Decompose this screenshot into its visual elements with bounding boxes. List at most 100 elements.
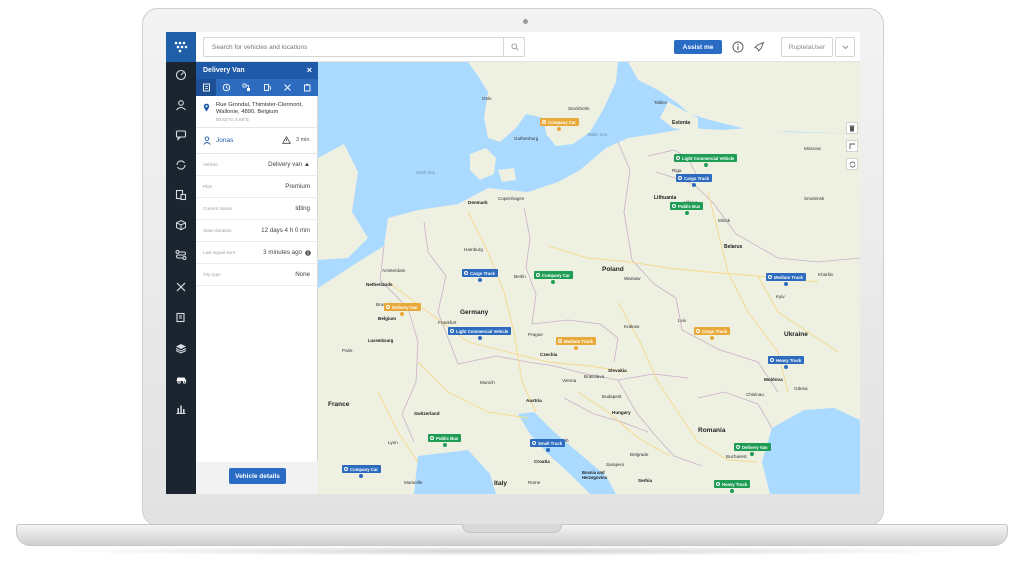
reports-icon[interactable]: [166, 306, 196, 328]
vehicle-marker[interactable]: Medium Truck: [766, 273, 806, 286]
vehicle-marker[interactable]: Small Truck: [530, 439, 566, 452]
city-label: Kyiv: [776, 294, 785, 299]
ruler-icon[interactable]: [846, 140, 858, 152]
location-pin-icon: [203, 103, 210, 112]
city-label: Frankfurt: [438, 320, 457, 325]
layers-icon[interactable]: [166, 337, 196, 359]
vehicle-marker[interactable]: Company Car: [342, 465, 381, 478]
info-value: 12 days 4 h 0 min: [261, 227, 310, 234]
country-label: Serbia: [638, 478, 653, 483]
vehicle-marker[interactable]: Heavy Truck: [714, 480, 751, 493]
vehicle-type-select[interactable]: Delivery van ▲: [268, 161, 310, 168]
address-coordinates: 50.63°N, 5.88°E: [216, 117, 250, 122]
country-label: Bosnia and Herzegovina: [582, 470, 607, 480]
info-icon[interactable]: [730, 39, 746, 55]
rocket-icon[interactable]: [751, 39, 767, 55]
country-label: Germany: [460, 309, 489, 316]
vehicle-marker[interactable]: Cargo Truck: [462, 269, 499, 282]
vehicle-marker[interactable]: Company Car: [540, 118, 579, 131]
city-label: Berlin: [514, 274, 526, 279]
info-label: Last signal sent: [203, 250, 235, 255]
info-value: 3 minutes ago: [263, 249, 302, 256]
search-icon: [510, 43, 519, 51]
vehicle-marker[interactable]: Public Bus: [670, 202, 704, 215]
driver-name[interactable]: Jonas: [216, 137, 233, 144]
vehicle-marker[interactable]: Public Bus: [428, 434, 462, 447]
marker-pin: [545, 448, 550, 452]
user-dropdown-button[interactable]: [835, 37, 855, 57]
history-icon: [222, 83, 231, 92]
city-label: Bratislava: [584, 374, 605, 379]
clipboard-icon: [304, 84, 311, 92]
address-line-1: Rue Grondal, Thimister-Clermont,: [216, 102, 303, 108]
city-label: Paris: [342, 348, 353, 353]
box-icon[interactable]: [166, 214, 196, 236]
map-view[interactable]: North Sea Baltic Sea Poland Germany Ukra…: [318, 62, 860, 494]
refresh-icon[interactable]: [846, 158, 858, 170]
marker-pin: [684, 211, 689, 215]
tab-fuel[interactable]: [257, 79, 277, 96]
tab-info[interactable]: [196, 79, 217, 96]
panel-tabs: [196, 79, 318, 96]
nav-rail: [166, 32, 196, 494]
tab-tools[interactable]: [277, 79, 297, 96]
close-icon[interactable]: ×: [307, 65, 312, 75]
info-row-duration: State duration 12 days 4 h 0 min: [196, 220, 318, 242]
search-button[interactable]: [503, 37, 525, 57]
tab-route[interactable]: [237, 79, 257, 96]
vehicle-marker[interactable]: Delivery Van: [734, 443, 771, 456]
vehicle-marker[interactable]: Company Car: [534, 271, 573, 284]
city-label: Krakow: [624, 324, 640, 329]
app-logo[interactable]: [166, 32, 196, 62]
dashboard-icon[interactable]: [166, 64, 196, 86]
vehicle-panel: Delivery Van × Rue Grondal, Thimister-Cl…: [196, 62, 318, 494]
top-bar: Assist me RuptelaUser: [196, 32, 860, 62]
marker-pin: [573, 346, 578, 350]
person-icon[interactable]: [166, 94, 196, 116]
assist-me-button[interactable]: Assist me: [674, 40, 722, 54]
vehicle-details-button[interactable]: Vehicle details: [229, 468, 286, 484]
tools-icon[interactable]: [166, 276, 196, 298]
user-menu[interactable]: RuptelaUser: [781, 37, 833, 57]
vehicle-marker[interactable]: Light Commercial Vehicle: [674, 154, 738, 167]
city-label: Munich: [480, 380, 495, 385]
vehicle-marker[interactable]: Medium Truck: [556, 337, 596, 350]
country-label: Belgium: [378, 316, 397, 321]
vehicle-doc-icon[interactable]: [166, 184, 196, 206]
marker-pin: [783, 282, 788, 286]
info-icon[interactable]: [305, 250, 311, 256]
vehicle-marker[interactable]: Cargo Truck: [694, 327, 731, 340]
driver-row[interactable]: Jonas 3 min.: [196, 128, 318, 154]
refresh-icon[interactable]: [166, 154, 196, 176]
tab-history[interactable]: [216, 79, 236, 96]
chevron-down-icon: [842, 45, 848, 49]
vehicle-icon[interactable]: [166, 368, 196, 390]
country-label: Moldova: [764, 377, 783, 382]
country-label: Lithuania: [654, 195, 677, 201]
sea-label: Baltic Sea: [588, 132, 607, 137]
trash-icon[interactable]: [846, 122, 858, 134]
vehicle-marker[interactable]: Delivery Van: [384, 303, 421, 316]
tab-reports[interactable]: [298, 79, 318, 96]
vehicle-marker[interactable]: Heavy Truck: [768, 356, 805, 369]
laptop-frame: Assist me RuptelaUser Delivery Van ×: [0, 0, 1024, 565]
route-icon: [242, 83, 251, 91]
info-value: Idling: [295, 205, 310, 212]
search-input[interactable]: [203, 37, 525, 57]
fuel-icon: [263, 84, 271, 91]
city-label: Odesa: [794, 386, 808, 391]
warning-icon: [282, 136, 291, 144]
city-label: Prague: [528, 332, 543, 337]
vehicle-marker[interactable]: Light Commercial Vehicle: [448, 327, 512, 340]
tools-icon: [284, 84, 291, 91]
route-icon[interactable]: [166, 244, 196, 266]
city-label: Bucharest: [726, 454, 747, 459]
city-label: Stockholm: [568, 106, 590, 111]
city-label: Marseille: [404, 480, 423, 485]
city-label: Smolensk: [804, 196, 825, 201]
vehicle-marker[interactable]: Cargo Truck: [676, 174, 713, 187]
city-label: Oslo: [482, 96, 492, 101]
chart-icon[interactable]: [166, 398, 196, 420]
country-label: Croatia: [534, 459, 550, 464]
chat-icon[interactable]: [166, 124, 196, 146]
